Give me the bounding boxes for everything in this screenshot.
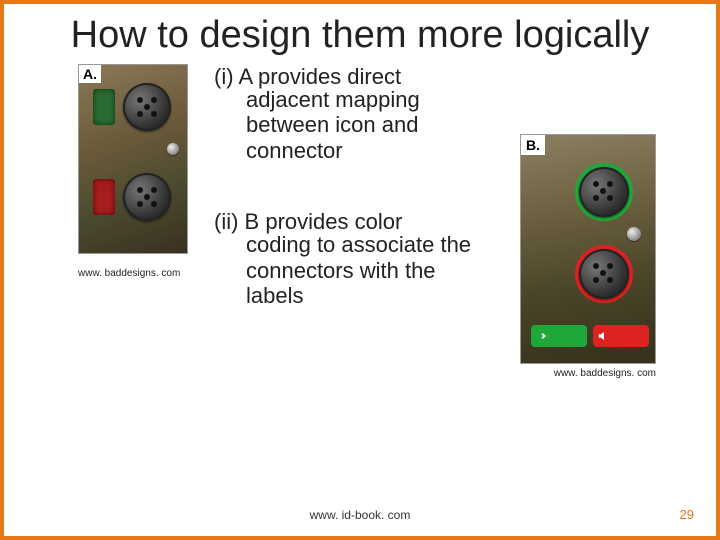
green-tag-icon xyxy=(93,89,115,125)
screw-icon xyxy=(627,227,641,241)
point-2-line1: B provides color xyxy=(245,209,403,234)
point-1-line1: A provides direct xyxy=(238,64,401,89)
bullet-points: (i) A provides direct adjacent mapping b… xyxy=(214,64,494,354)
point-1: (i) A provides direct adjacent mapping b… xyxy=(214,64,494,163)
footer-link: www. id-book. com xyxy=(4,508,716,522)
connector-icon xyxy=(579,167,629,217)
image-b-credit: www. baddesigns. com xyxy=(520,368,656,379)
green-label-icon xyxy=(531,325,587,347)
page-number: 29 xyxy=(680,507,694,522)
slide: How to design them more logically A. www… xyxy=(0,0,720,540)
image-b-label: B. xyxy=(521,135,545,155)
red-tag-icon xyxy=(93,179,115,215)
green-ring-icon xyxy=(575,163,633,221)
point-2: (ii) B provides color coding to associat… xyxy=(214,209,494,308)
point-1-rest: adjacent mapping between icon and connec… xyxy=(214,87,494,163)
slide-title: How to design them more logically xyxy=(4,4,716,64)
image-a-label: A. xyxy=(79,65,101,83)
connector-icon xyxy=(579,249,629,299)
point-2-prefix: (ii) xyxy=(214,209,245,234)
connector-icon xyxy=(123,173,171,221)
image-b: B. xyxy=(520,134,656,364)
image-b-wrap: B. www. baddesigns. com xyxy=(520,134,656,379)
image-a: A. xyxy=(78,64,188,254)
screw-icon xyxy=(167,143,179,155)
connector-icon xyxy=(123,83,171,131)
point-1-prefix: (i) xyxy=(214,64,238,89)
image-a-credit: www. baddesigns. com xyxy=(78,268,180,279)
arrow-icon xyxy=(535,329,549,343)
point-2-rest: coding to associate the connectors with … xyxy=(214,232,494,308)
red-label-icon xyxy=(593,325,649,347)
speaker-icon xyxy=(597,329,611,343)
red-ring-icon xyxy=(575,245,633,303)
